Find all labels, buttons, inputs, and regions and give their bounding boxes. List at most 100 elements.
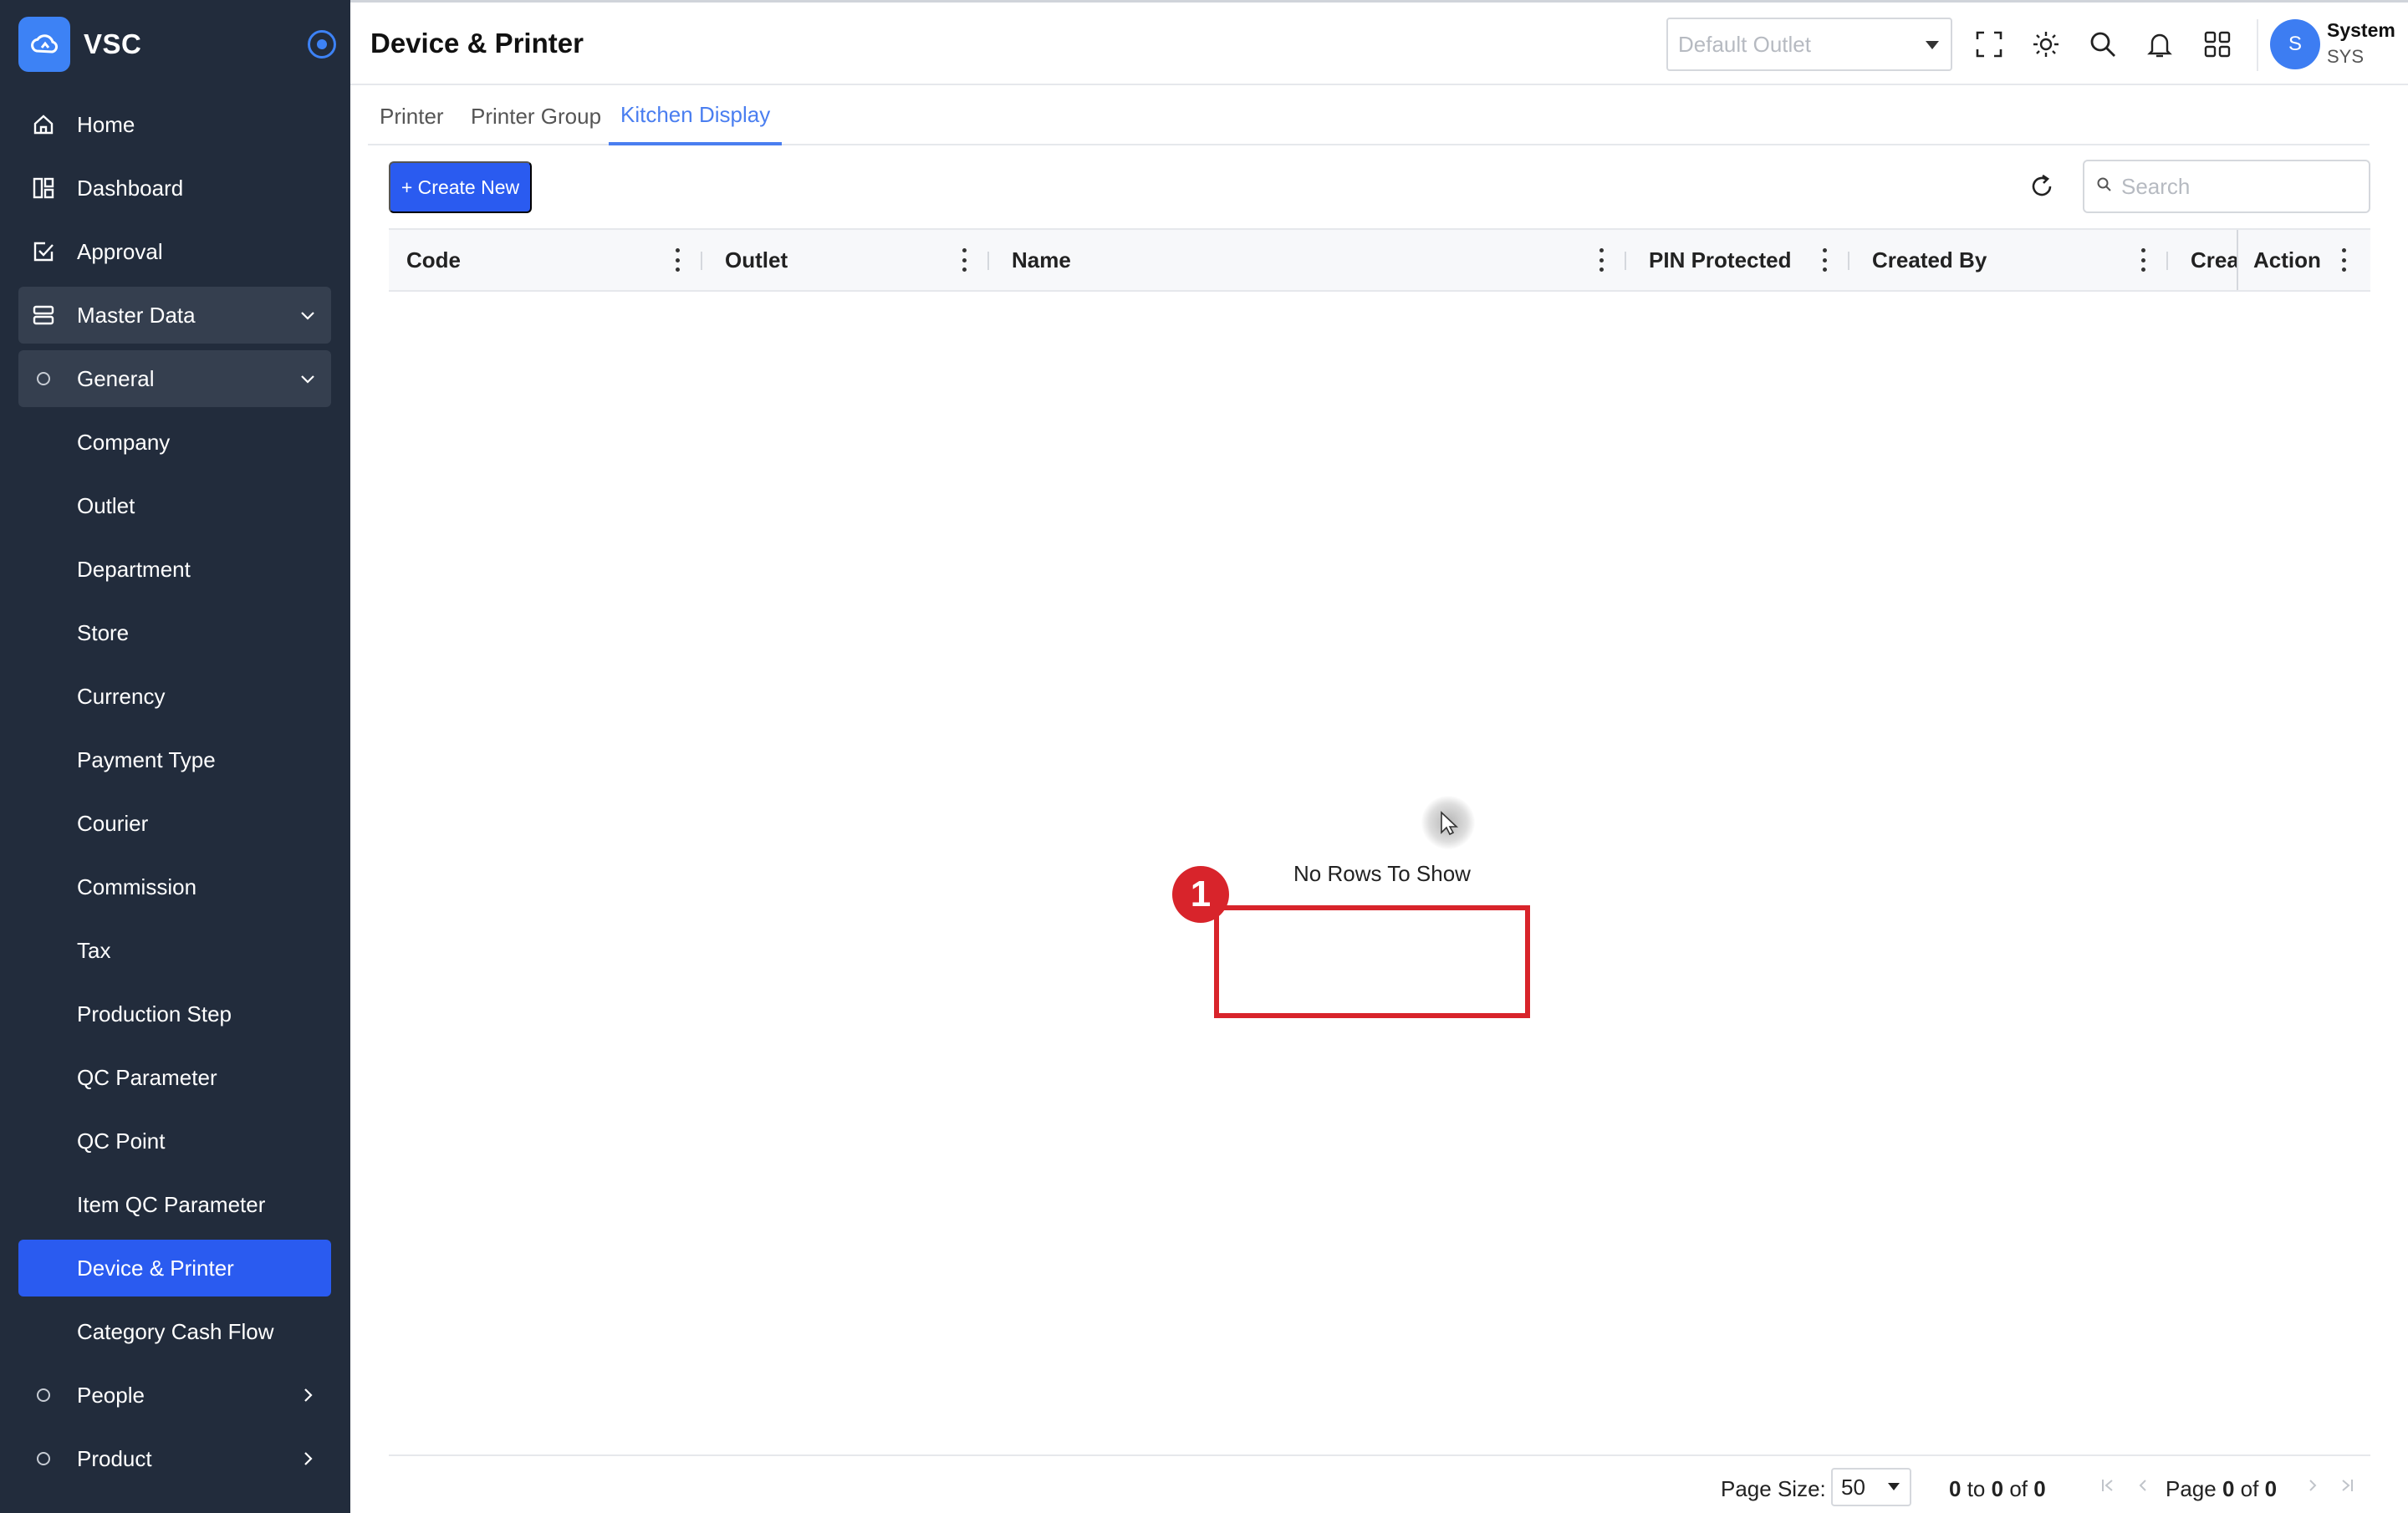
user-code: SYS [2327,46,2365,67]
first-page-icon[interactable] [2096,1473,2120,1498]
sidebar-item-approval[interactable]: Approval [18,223,331,280]
sidebar-item-dashboard[interactable]: Dashboard [18,160,331,217]
page-size-select[interactable]: 50 [1831,1468,1911,1506]
sidebar-item-qc-parameter[interactable]: QC Parameter [18,1049,331,1106]
apps-grid-icon[interactable] [2201,28,2234,61]
column-header-pin-protected[interactable]: PIN Protected [1649,230,1792,290]
empty-state-message: No Rows To Show [1293,861,1471,886]
sidebar-item-currency[interactable]: Currency [18,668,331,725]
page-size-label: Page Size: [1721,1476,1826,1501]
sidebar-toggle-icon[interactable] [308,30,336,59]
last-page-icon[interactable] [2335,1473,2359,1498]
column-header-created-date[interactable]: Crea [2191,230,2237,290]
mouse-cursor-icon [1421,796,1475,849]
range-end: 0 [1991,1476,2004,1501]
sidebar-item-label: Dashboard [77,175,184,201]
sidebar-item-outlet[interactable]: Outlet [18,477,331,534]
column-label: Code [406,247,461,273]
outlet-select[interactable]: Default Outlet [1666,18,1952,71]
page-indicator: Page 0 of 0 [2166,1476,2277,1502]
sidebar-item-category-cash-flow[interactable]: Category Cash Flow [18,1303,331,1360]
sidebar-item-label: Production Step [77,1001,232,1026]
sidebar-item-label: People [77,1382,145,1408]
column-divider[interactable] [1625,252,1626,270]
tab-printer-group[interactable]: Printer Group [459,87,613,145]
column-divider[interactable] [987,252,989,270]
page-total: 0 [2264,1476,2278,1501]
column-menu-icon[interactable] [2335,248,2352,272]
column-label: Name [1012,247,1071,273]
column-header-action[interactable]: Action [2253,230,2321,290]
column-menu-icon[interactable] [2135,248,2151,272]
sidebar-item-label: Company [77,429,171,455]
annotation-badge: 1 [1172,866,1229,923]
sidebar-item-production-step[interactable]: Production Step [18,986,331,1042]
sidebar-item-store[interactable]: Store [18,604,331,661]
sidebar: VSC Home Dashboard Approval Master Data … [0,0,350,1513]
pagination-bar: Page Size: 50 0 to 0 of 0 Page 0 of 0 [389,1454,2370,1513]
page-of: of [2240,1476,2259,1501]
sidebar-item-home[interactable]: Home [18,96,331,153]
next-page-icon[interactable] [2301,1473,2324,1498]
column-menu-icon[interactable] [1816,248,1833,272]
column-header-code[interactable]: Code [406,230,461,290]
column-menu-icon[interactable] [956,248,972,272]
sidebar-nav: Home Dashboard Approval Master Data Gene… [18,96,331,1494]
sidebar-item-label: Device & Printer [77,1255,234,1281]
bell-icon[interactable] [2143,28,2176,61]
fullscreen-icon[interactable] [1972,28,2006,61]
sidebar-item-tax[interactable]: Tax [18,922,331,979]
sidebar-item-label: Commission [77,874,197,899]
dot-icon [30,365,57,392]
column-menu-icon[interactable] [669,248,686,272]
app-root: VSC Home Dashboard Approval Master Data … [0,0,2408,1513]
search-input[interactable] [2121,173,2355,200]
range-total: 0 [2033,1476,2046,1501]
sidebar-item-master-data[interactable]: Master Data [18,287,331,344]
sidebar-item-item-qc-parameter[interactable]: Item QC Parameter [18,1176,331,1233]
sidebar-item-label: Approval [77,238,163,264]
column-divider[interactable] [1848,252,1849,270]
column-divider[interactable] [701,252,702,270]
sidebar-item-general[interactable]: General [18,350,331,407]
page-label: Page [2166,1476,2217,1501]
sidebar-item-label: Product [77,1445,152,1471]
avatar[interactable]: S [2270,19,2320,69]
tab-printer[interactable]: Printer [368,87,456,145]
column-divider[interactable] [2166,252,2168,270]
column-menu-icon[interactable] [1593,248,1610,272]
sidebar-item-label: QC Parameter [77,1064,217,1090]
tab-label: Kitchen Display [620,101,771,127]
create-new-button[interactable]: + Create New [389,161,532,213]
sidebar-item-department[interactable]: Department [18,541,331,598]
sidebar-item-label: Currency [77,683,166,709]
sidebar-item-qc-point[interactable]: QC Point [18,1113,331,1169]
column-header-outlet[interactable]: Outlet [725,230,788,290]
sidebar-item-commission[interactable]: Commission [18,858,331,915]
theme-sun-icon[interactable] [2029,28,2063,61]
search-box [2083,160,2370,213]
chevron-right-icon [296,1383,319,1407]
sidebar-item-payment-type[interactable]: Payment Type [18,731,331,788]
column-header-created-by[interactable]: Created By [1872,230,1987,290]
outlet-select-placeholder: Default Outlet [1678,31,1811,57]
caret-down-icon [1926,41,1939,49]
pinned-column-divider [2237,230,2238,290]
sidebar-item-label: Item QC Parameter [77,1191,266,1217]
sidebar-item-product[interactable]: Product [18,1430,331,1487]
sidebar-item-people[interactable]: People [18,1367,331,1424]
approval-icon [30,238,57,265]
grid-header: Code Outlet Name PIN Protected Created B… [389,228,2370,292]
sidebar-item-label: Department [77,556,191,582]
top-header: Device & Printer Default Outlet S System… [350,0,2408,85]
sidebar-item-company[interactable]: Company [18,414,331,471]
column-label: Action [2253,247,2321,273]
search-icon[interactable] [2086,28,2120,61]
tab-kitchen-display[interactable]: Kitchen Display [609,87,783,145]
sidebar-item-device-printer[interactable]: Device & Printer [18,1240,331,1296]
sidebar-item-label: QC Point [77,1128,166,1154]
sidebar-item-courier[interactable]: Courier [18,795,331,852]
column-header-name[interactable]: Name [1012,230,1071,290]
refresh-icon[interactable] [2025,170,2059,203]
prev-page-icon[interactable] [2131,1473,2155,1498]
